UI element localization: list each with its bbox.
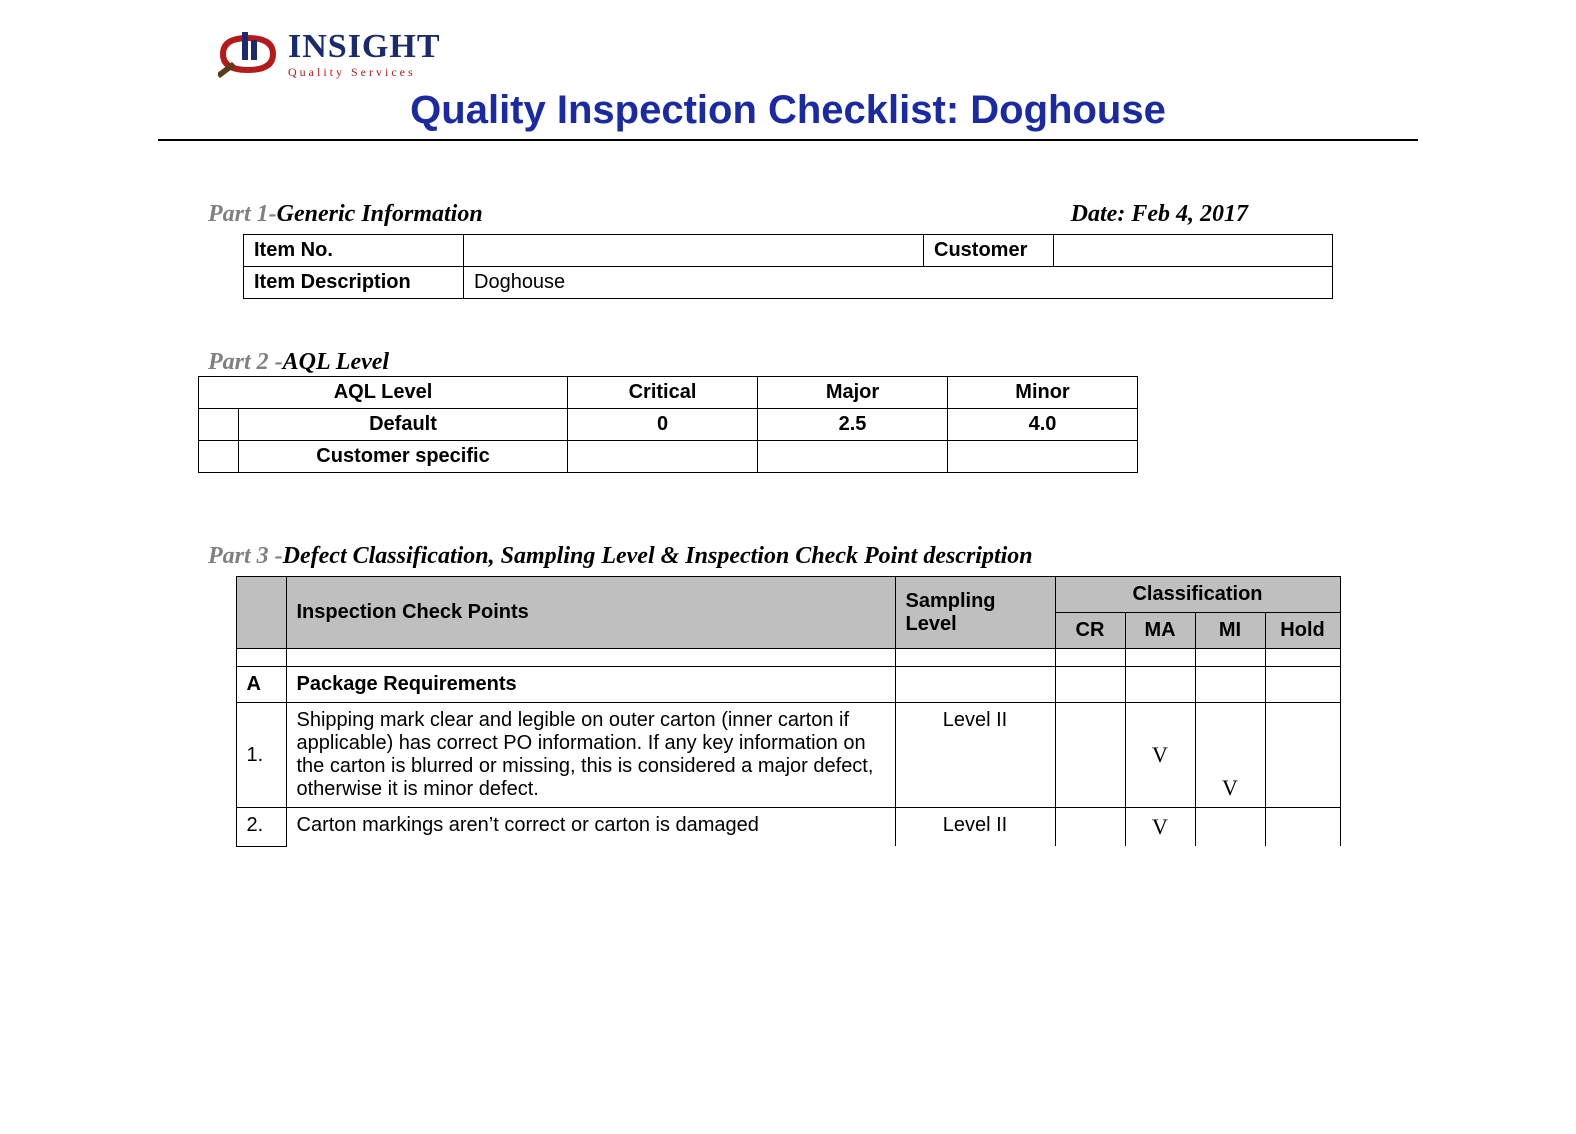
row-hold (1265, 808, 1340, 847)
section-id: A (236, 667, 286, 703)
row-mi: V (1195, 703, 1265, 808)
aql-default-minor: 4.0 (948, 409, 1138, 441)
table-row: Customer specific (199, 441, 1138, 473)
col-hold: Hold (1265, 613, 1340, 649)
col-cr: CR (1055, 613, 1125, 649)
aql-default-major: 2.5 (758, 409, 948, 441)
aql-default-critical: 0 (568, 409, 758, 441)
row-ma: V (1125, 703, 1195, 808)
check-points-table: Inspection Check Points Sampling Level C… (236, 576, 1341, 847)
item-desc-value: Doghouse (464, 267, 1333, 299)
row-mi (1195, 808, 1265, 847)
row-cr (1055, 703, 1125, 808)
logo-icon (218, 30, 278, 78)
aql-header-level: AQL Level (199, 377, 568, 409)
col-classification: Classification (1055, 577, 1340, 613)
row-hold (1265, 703, 1340, 808)
item-no-label: Item No. (244, 235, 464, 267)
customer-value (1054, 235, 1333, 267)
part3-heading: Part 3 -Defect Classification, Sampling … (208, 543, 1418, 570)
date-value: Feb 4, 2017 (1131, 201, 1248, 227)
aql-customer-minor (948, 441, 1138, 473)
item-desc-label: Item Description (244, 267, 464, 299)
part3-prefix: Part 3 - (208, 543, 283, 569)
part2-title: AQL Level (283, 349, 389, 375)
logo-sub: Quality Services (288, 66, 441, 78)
part2-heading: Part 2 -AQL Level (208, 349, 1418, 376)
aql-table: AQL Level Critical Major Minor Default 0… (198, 376, 1138, 473)
item-no-value (464, 235, 924, 267)
spacer-row (236, 649, 1340, 667)
row-cr (1055, 808, 1125, 847)
date-prefix: Date: (1071, 201, 1132, 227)
col-blank (236, 577, 286, 649)
aql-header-minor: Minor (948, 377, 1138, 409)
col-sampling: Sampling Level (895, 577, 1055, 649)
table-header-row: Inspection Check Points Sampling Level C… (236, 577, 1340, 613)
table-row: 1. Shipping mark clear and legible on ou… (236, 703, 1340, 808)
section-row-a: A Package Requirements (236, 667, 1340, 703)
table-row: Item No. Customer (244, 235, 1333, 267)
part2-prefix: Part 2 - (208, 349, 283, 375)
aql-row-pad (199, 441, 239, 473)
aql-row-pad (199, 409, 239, 441)
section-title: Package Requirements (286, 667, 895, 703)
aql-customer-critical (568, 441, 758, 473)
customer-label: Customer (924, 235, 1054, 267)
aql-customer-major (758, 441, 948, 473)
table-row: Default 0 2.5 4.0 (199, 409, 1138, 441)
col-mi: MI (1195, 613, 1265, 649)
aql-row-customer-label: Customer specific (239, 441, 568, 473)
aql-row-default-label: Default (239, 409, 568, 441)
col-ma: MA (1125, 613, 1195, 649)
aql-header-major: Major (758, 377, 948, 409)
row-ma: V (1125, 808, 1195, 847)
date-label: Date: Feb 4, 2017 (1071, 201, 1368, 228)
row-desc: Carton markings aren’t correct or carton… (286, 808, 895, 847)
logo-word: INSIGHT (288, 30, 441, 64)
col-checkpoints: Inspection Check Points (286, 577, 895, 649)
row-num: 1. (236, 703, 286, 808)
table-row: 2. Carton markings aren’t correct or car… (236, 808, 1340, 847)
part3-title: Defect Classification, Sampling Level & … (283, 543, 1033, 569)
logo: INSIGHT Quality Services (158, 30, 1418, 78)
part1-title: Generic Information (277, 201, 483, 227)
row-sampling: Level II (895, 808, 1055, 847)
row-desc: Shipping mark clear and legible on outer… (286, 703, 895, 808)
part1-prefix: Part 1- (208, 201, 277, 227)
table-row: Item Description Doghouse (244, 267, 1333, 299)
row-num: 2. (236, 808, 286, 847)
aql-header-critical: Critical (568, 377, 758, 409)
row-sampling: Level II (895, 703, 1055, 808)
table-row: AQL Level Critical Major Minor (199, 377, 1138, 409)
generic-info-table: Item No. Customer Item Description Dogho… (243, 234, 1333, 299)
part1-heading: Part 1-Generic Information (208, 201, 483, 228)
page-title: Quality Inspection Checklist: Doghouse (158, 88, 1418, 133)
